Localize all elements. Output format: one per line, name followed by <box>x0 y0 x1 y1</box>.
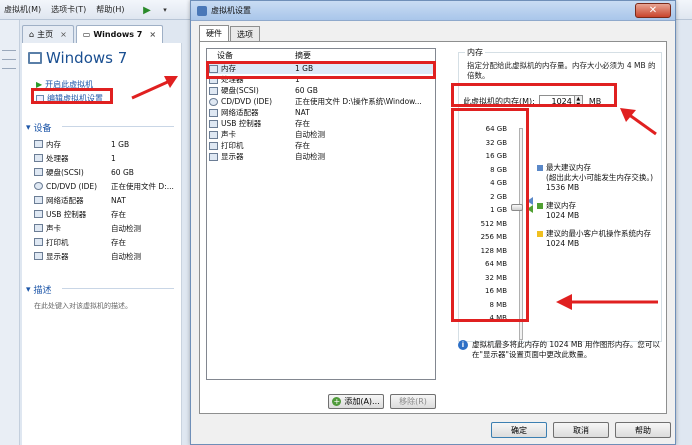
printer-icon <box>34 238 43 246</box>
sound-icon <box>34 224 43 232</box>
dialog-tabs: 硬件 选项 <box>199 25 261 41</box>
home-icon: ⌂ <box>29 30 35 39</box>
disk-icon <box>209 86 218 95</box>
info-icon: i <box>458 340 468 350</box>
yellow-square-icon <box>537 231 543 237</box>
disk-icon <box>34 168 43 176</box>
menu-vm[interactable]: 虚拟机(M) <box>4 4 41 15</box>
cancel-button[interactable]: 取消 <box>553 422 609 438</box>
memory-hint: 指定分配给此虚拟机的内存量。内存大小必须为 4 MB 的倍数。 <box>467 61 656 80</box>
watermark: 搜狗指南 <box>510 368 603 393</box>
table-row[interactable]: 网络适配器 NAT <box>207 107 435 118</box>
annotation-box <box>31 88 113 104</box>
tab-hardware[interactable]: 硬件 <box>199 25 229 41</box>
vmware-logo-icon <box>197 5 207 16</box>
watermark-url: zhinan.sogou.com <box>550 392 632 402</box>
green-square-icon <box>537 203 543 209</box>
cd-icon <box>209 97 218 106</box>
annotation-arrow <box>131 76 178 100</box>
app-tabbar: ⌂ 主页 × ▭ Windows 7 × <box>22 25 164 43</box>
list-item[interactable]: 声卡 自动检测 <box>34 221 180 235</box>
blue-square-icon <box>537 165 543 171</box>
memory-icon <box>34 140 43 148</box>
description-hint[interactable]: 在此处键入对该虚拟机的描述。 <box>34 301 132 311</box>
sound-icon <box>209 130 218 139</box>
list-item[interactable]: 显示器 自动检测 <box>34 249 180 263</box>
list-item[interactable]: 硬盘(SCSI) 60 GB <box>34 165 180 179</box>
usb-icon <box>34 210 43 218</box>
list-item[interactable]: 内存 1 GB <box>34 137 180 151</box>
add-device-button[interactable]: + 添加(A)... <box>328 394 384 409</box>
monitor-icon <box>28 52 42 64</box>
close-icon[interactable]: × <box>149 30 156 39</box>
ok-button[interactable]: 确定 <box>491 422 547 438</box>
device-table: 设备 摘要 内存 1 GB 处理器 1 硬盘(SCSI) 60 GB CD/DVD (… <box>206 48 436 380</box>
recommended: 建议内存 1024 MB <box>537 201 661 221</box>
chevron-down-icon: ▾ <box>26 122 31 133</box>
network-icon <box>34 196 43 204</box>
vm-icon: ▭ <box>82 30 91 39</box>
annotation-box <box>451 108 529 322</box>
device-list: 内存 1 GB 处理器 1 硬盘(SCSI) 60 GB CD/DVD (IDE) 正在… <box>34 137 180 263</box>
dropdown-icon[interactable]: ▾ <box>158 3 172 17</box>
app-toolbar: ▶ ▾ <box>140 3 172 17</box>
min-recommended: 建议的最小客户机操作系统内存 1024 MB <box>537 229 661 249</box>
table-row[interactable]: 打印机 存在 <box>207 140 435 151</box>
menu-help[interactable]: 帮助(H) <box>96 4 124 15</box>
table-row[interactable]: 显示器 自动检测 <box>207 151 435 162</box>
list-item[interactable]: CD/DVD (IDE) 正在使用文件 D:... <box>34 179 180 193</box>
printer-icon <box>209 141 218 150</box>
display-icon <box>34 252 43 260</box>
memory-recommendations: 最大建议内存 (超出此大小可能发生内存交换。) 1536 MB 建议内存 102… <box>537 163 661 257</box>
display-icon <box>209 152 218 161</box>
devices-header[interactable]: ▾ 设备 <box>26 121 174 134</box>
tab-home[interactable]: ⌂ 主页 × <box>22 25 74 43</box>
library-strip <box>0 20 20 445</box>
list-item[interactable]: 处理器 1 <box>34 151 180 165</box>
tab-options[interactable]: 选项 <box>230 26 260 41</box>
dialog-titlebar: 虚拟机设置 <box>191 1 675 21</box>
cd-icon <box>34 182 43 190</box>
annotation-box <box>451 83 617 107</box>
annotation-box <box>206 61 436 79</box>
max-recommended: 最大建议内存 (超出此大小可能发生内存交换。) 1536 MB <box>537 163 661 193</box>
close-button[interactable]: ✕ <box>635 3 671 18</box>
table-row[interactable]: USB 控制器 存在 <box>207 118 435 129</box>
close-icon[interactable]: × <box>60 30 67 39</box>
annotation-arrow <box>556 294 658 310</box>
help-button[interactable]: 帮助 <box>615 422 671 438</box>
menu-tabs[interactable]: 选项卡(T) <box>51 4 86 15</box>
network-icon <box>209 108 218 117</box>
graphics-memory-info: i 虚拟机最多将此内存的 1024 MB 用作图形内存。您可以在"显示器"设置页… <box>458 340 664 360</box>
cpu-icon <box>34 154 43 162</box>
list-item[interactable]: 打印机 存在 <box>34 235 180 249</box>
table-row[interactable]: 硬盘(SCSI) 60 GB <box>207 85 435 96</box>
page-title: Windows 7 <box>28 49 127 67</box>
remove-device-button[interactable]: 移除(R) <box>390 394 436 409</box>
tab-windows7[interactable]: ▭ Windows 7 × <box>75 25 164 43</box>
usb-icon <box>209 119 218 128</box>
list-item[interactable]: 网络适配器 NAT <box>34 193 180 207</box>
table-row[interactable]: 声卡 自动检测 <box>207 129 435 140</box>
table-row[interactable]: CD/DVD (IDE) 正在使用文件 D:\操作系统\Window... <box>207 96 435 107</box>
chevron-down-icon: ▾ <box>26 284 31 295</box>
annotation-arrow <box>620 108 657 136</box>
add-icon: + <box>332 397 342 406</box>
description-header[interactable]: ▾ 描述 <box>26 283 174 296</box>
memory-legend: 内存 <box>465 47 485 58</box>
power-on-icon[interactable]: ▶ <box>140 3 154 17</box>
list-item[interactable]: USB 控制器 存在 <box>34 207 180 221</box>
